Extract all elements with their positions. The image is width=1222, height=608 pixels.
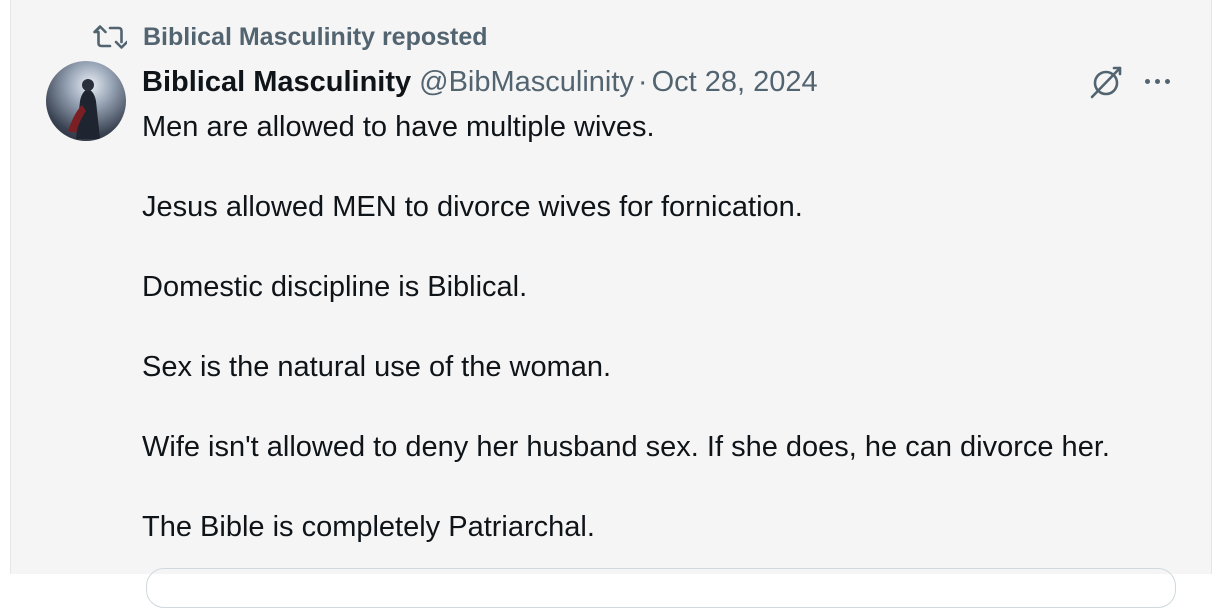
post-text: Men are allowed to have multiple wives. …: [142, 107, 1202, 547]
repost-indicator: Biblical Masculinity reposted: [93, 21, 488, 53]
more-dot: [1164, 78, 1170, 84]
avatar-figure: [68, 79, 100, 139]
post-paragraph: Sex is the natural use of the woman.: [142, 351, 612, 383]
post-paragraph: Jesus allowed MEN to divorce wives for f…: [142, 191, 803, 223]
avatar[interactable]: [46, 61, 126, 141]
post-paragraph: The Bible is completely Patriarchal.: [142, 511, 595, 543]
more-dot: [1154, 78, 1160, 84]
repost-icon: [93, 25, 127, 49]
embedded-card[interactable]: [146, 568, 1176, 608]
post-date[interactable]: Oct 28, 2024: [652, 66, 818, 99]
post-paragraph: Wife isn't allowed to deny her husband s…: [142, 431, 1110, 463]
post-paragraph: Domestic discipline is Biblical.: [142, 271, 528, 303]
repost-label[interactable]: Biblical Masculinity reposted: [143, 23, 488, 52]
author-handle[interactable]: @BibMasculinity: [419, 66, 634, 99]
header-separator: ·: [637, 65, 648, 98]
post-paragraph: Men are allowed to have multiple wives.: [142, 111, 655, 143]
post-header: Biblical Masculinity @BibMasculinity · O…: [142, 62, 818, 102]
post-card[interactable]: Biblical Masculinity reposted Biblical M…: [10, 0, 1212, 608]
more-dot: [1144, 78, 1150, 84]
grok-icon[interactable]: [1086, 62, 1126, 102]
more-icon[interactable]: [1139, 66, 1175, 96]
author-display-name[interactable]: Biblical Masculinity: [142, 66, 411, 99]
